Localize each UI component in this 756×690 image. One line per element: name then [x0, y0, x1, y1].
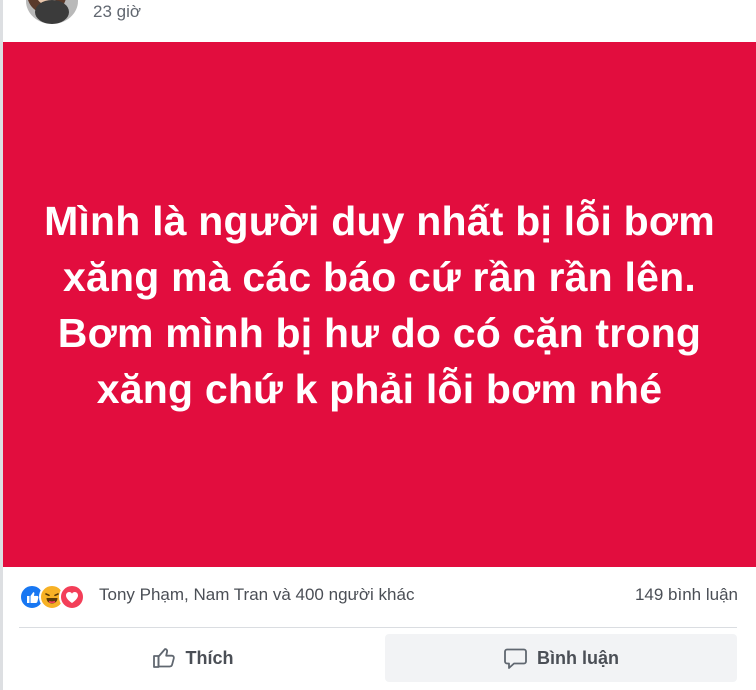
like-button[interactable]: Thích	[20, 634, 365, 682]
avatar[interactable]	[26, 0, 78, 24]
post-header: 23 giờ	[0, 0, 756, 42]
comment-button[interactable]: Bình luận	[385, 634, 737, 682]
comment-icon	[503, 646, 529, 670]
love-icon	[59, 584, 85, 610]
post-actions: Thích Bình luận	[0, 634, 756, 682]
status-background-card: Mình là người duy nhất bị lỗi bơm xăng m…	[3, 42, 756, 567]
likers-text[interactable]: Tony Phạm, Nam Tran và 400 người khác	[99, 585, 414, 605]
post-timestamp[interactable]: 23 giờ	[93, 2, 141, 22]
reaction-icons[interactable]	[19, 584, 97, 610]
divider	[19, 627, 737, 628]
thumbs-up-icon	[152, 646, 178, 670]
post-text: Mình là người duy nhất bị lỗi bơm xăng m…	[44, 197, 715, 412]
reactions-bar: Tony Phạm, Nam Tran và 400 người khác 14…	[0, 567, 756, 627]
comments-count[interactable]: 149 bình luận	[635, 585, 738, 605]
comment-label: Bình luận	[537, 647, 619, 668]
like-label: Thích	[185, 647, 234, 668]
